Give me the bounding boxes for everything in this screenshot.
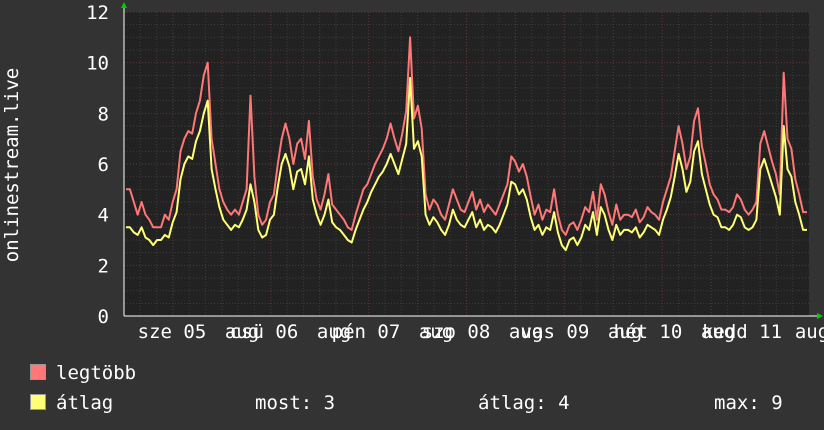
y-tick-label: 12 bbox=[86, 2, 109, 24]
y-tick-label: 6 bbox=[98, 154, 109, 176]
y-axis-arrow bbox=[121, 2, 127, 8]
y-tick-label: 8 bbox=[98, 103, 109, 125]
x-tick-label: kedd 11 bbox=[702, 321, 782, 343]
y-tick-labels: 0 2 4 6 8 10 12 bbox=[86, 2, 109, 328]
legend-swatch-max bbox=[30, 364, 46, 380]
legend-item-max: legtöbb bbox=[30, 362, 136, 384]
x-tick-labels: sze 05 augcsü 06 augpén 07 augszo 08 augvas … bbox=[138, 321, 824, 343]
legend-label-max: legtöbb bbox=[56, 362, 137, 384]
x-tick-label: szo 08 bbox=[422, 321, 491, 343]
y-tick-label: 4 bbox=[98, 205, 109, 227]
legend-swatch-avg bbox=[30, 394, 46, 410]
x-axis-arrow bbox=[817, 313, 823, 319]
x-tick-label: sze 05 bbox=[138, 321, 207, 343]
stat-now: most: 3 bbox=[255, 392, 336, 414]
x-tick-label: vas 09 bbox=[521, 321, 590, 343]
legend-item-avg: átlag bbox=[30, 392, 113, 414]
legend: legtöbb átlag most: 3 átlag: 4 max: 9 bbox=[30, 362, 810, 422]
x-tick-label: pén 07 bbox=[332, 321, 401, 343]
x-tick-label: csü 06 bbox=[230, 321, 299, 343]
x-tick-label: aug bbox=[795, 321, 824, 343]
y-tick-label: 10 bbox=[86, 53, 109, 75]
y-tick-label: 0 bbox=[98, 306, 109, 328]
stat-max: max: 9 bbox=[714, 392, 783, 414]
legend-label-avg: átlag bbox=[56, 392, 114, 414]
y-axis-label: onlinestream.live bbox=[1, 68, 23, 262]
stat-avg: átlag: 4 bbox=[478, 392, 570, 414]
x-tick-label: hét 10 bbox=[614, 321, 683, 343]
y-tick-label: 2 bbox=[98, 255, 109, 277]
